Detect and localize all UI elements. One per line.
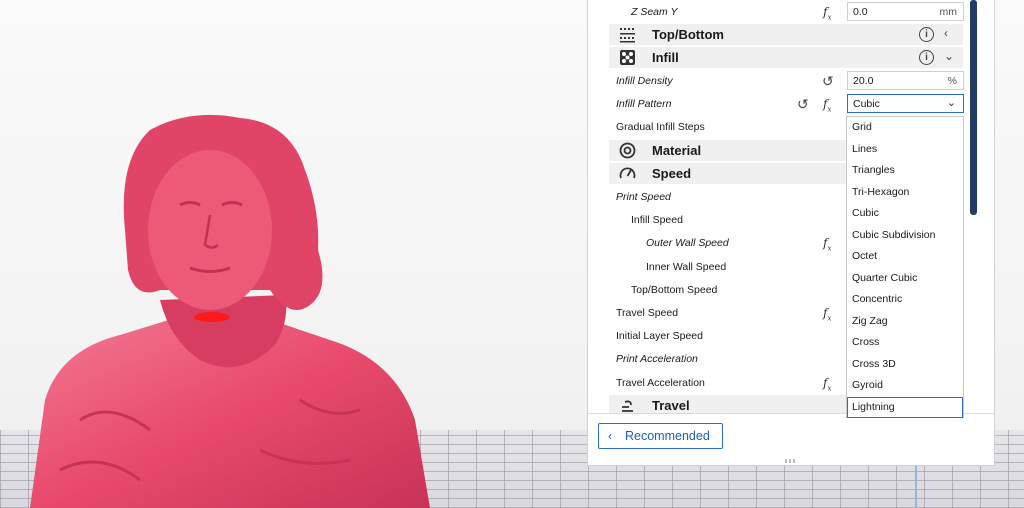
overhang-highlight	[194, 312, 230, 322]
dropdown-option[interactable]: Gyroid	[847, 375, 963, 396]
fx-icon[interactable]: fx	[823, 376, 831, 392]
setting-label: Outer Wall Speed	[646, 237, 729, 249]
setting-label: Initial Layer Speed	[616, 330, 703, 342]
setting-label: Z Seam Y	[631, 6, 678, 18]
settings-scrollbar[interactable]	[970, 0, 977, 215]
setting-label: Gradual Infill Steps	[616, 121, 705, 133]
dropdown-option[interactable]: Cubic Subdivision	[847, 225, 963, 246]
infill-icon	[620, 50, 635, 65]
material-icon	[619, 142, 636, 159]
setting-label: Print Acceleration	[616, 353, 698, 365]
chevron-left-icon: ‹	[608, 429, 612, 443]
setting-label: Inner Wall Speed	[646, 261, 727, 273]
chevron-down-icon: ⌄	[946, 97, 956, 109]
fx-icon[interactable]: fx	[823, 236, 831, 252]
dropdown-option[interactable]: Cross	[847, 332, 963, 353]
setting-label: Top/Bottom Speed	[631, 284, 718, 296]
fx-icon[interactable]: fx	[823, 97, 831, 113]
setting-label: Print Speed	[616, 191, 671, 203]
setting-row-infill-pattern: Infill Pattern ↺ fx Cubic ⌄	[588, 93, 983, 116]
category-label: Travel	[652, 398, 690, 413]
setting-row-infill-density: Infill Density ↺ 20.0 %	[588, 70, 983, 93]
fx-icon[interactable]: fx	[823, 306, 831, 322]
setting-label: Infill Density	[616, 75, 673, 87]
category-infill[interactable]: Infill i ⌄	[609, 47, 963, 68]
z-seam-y-field[interactable]: 0.0 mm	[847, 2, 964, 21]
category-top-bottom[interactable]: Top/Bottom i ‹	[609, 24, 963, 45]
chevron-down-icon[interactable]: ⌄	[944, 49, 956, 63]
category-label: Infill	[652, 50, 679, 65]
field-value: 20.0	[853, 75, 874, 87]
dropdown-option[interactable]: Cubic	[847, 203, 963, 224]
dropdown-option[interactable]: Lines	[847, 139, 963, 160]
setting-label: Infill Pattern	[616, 98, 672, 110]
category-label: Material	[652, 143, 702, 158]
recommended-label: Recommended	[625, 429, 710, 443]
dropdown-option[interactable]: Triangles	[847, 160, 963, 181]
3d-model[interactable]	[0, 0, 600, 508]
reset-icon[interactable]: ↺	[822, 73, 834, 90]
info-icon[interactable]: i	[919, 27, 934, 42]
travel-icon	[622, 400, 633, 412]
field-value: Cubic	[853, 98, 880, 110]
dropdown-option[interactable]: Zig Zag	[847, 311, 963, 332]
setting-label: Travel Speed	[616, 307, 679, 319]
category-label: Speed	[652, 166, 692, 181]
resize-grip[interactable]	[785, 459, 797, 463]
infill-density-field[interactable]: 20.0 %	[847, 71, 964, 90]
dropdown-option[interactable]: Grid	[847, 117, 963, 138]
setting-row-z-seam-y: Z Seam Y fx 0.0 mm	[588, 1, 983, 24]
field-unit: mm	[939, 6, 958, 18]
reset-icon[interactable]: ↺	[797, 96, 809, 113]
setting-label: Travel Acceleration	[616, 377, 705, 389]
infill-pattern-select[interactable]: Cubic ⌄	[847, 94, 964, 113]
recommended-button[interactable]: ‹ Recommended	[598, 423, 723, 449]
fx-icon[interactable]: fx	[823, 5, 831, 21]
info-icon[interactable]: i	[919, 50, 934, 65]
dropdown-option[interactable]: Cross 3D	[847, 354, 963, 375]
infill-pattern-dropdown[interactable]: Grid Lines Triangles Tri-Hexagon Cubic C…	[846, 116, 964, 418]
chevron-left-icon[interactable]: ‹	[944, 26, 956, 40]
top-bottom-icon	[620, 28, 635, 43]
dropdown-option[interactable]: Tri-Hexagon	[847, 182, 963, 203]
dropdown-option-highlighted[interactable]: Lightning	[847, 396, 963, 418]
dropdown-option[interactable]: Octet	[847, 246, 963, 267]
category-label: Top/Bottom	[652, 27, 724, 42]
field-value: 0.0	[853, 6, 868, 18]
dropdown-option[interactable]: Concentric	[847, 289, 963, 310]
field-unit: %	[947, 75, 957, 87]
setting-label: Infill Speed	[631, 214, 683, 226]
dropdown-option[interactable]: Quarter Cubic	[847, 268, 963, 289]
speed-icon	[619, 167, 636, 179]
